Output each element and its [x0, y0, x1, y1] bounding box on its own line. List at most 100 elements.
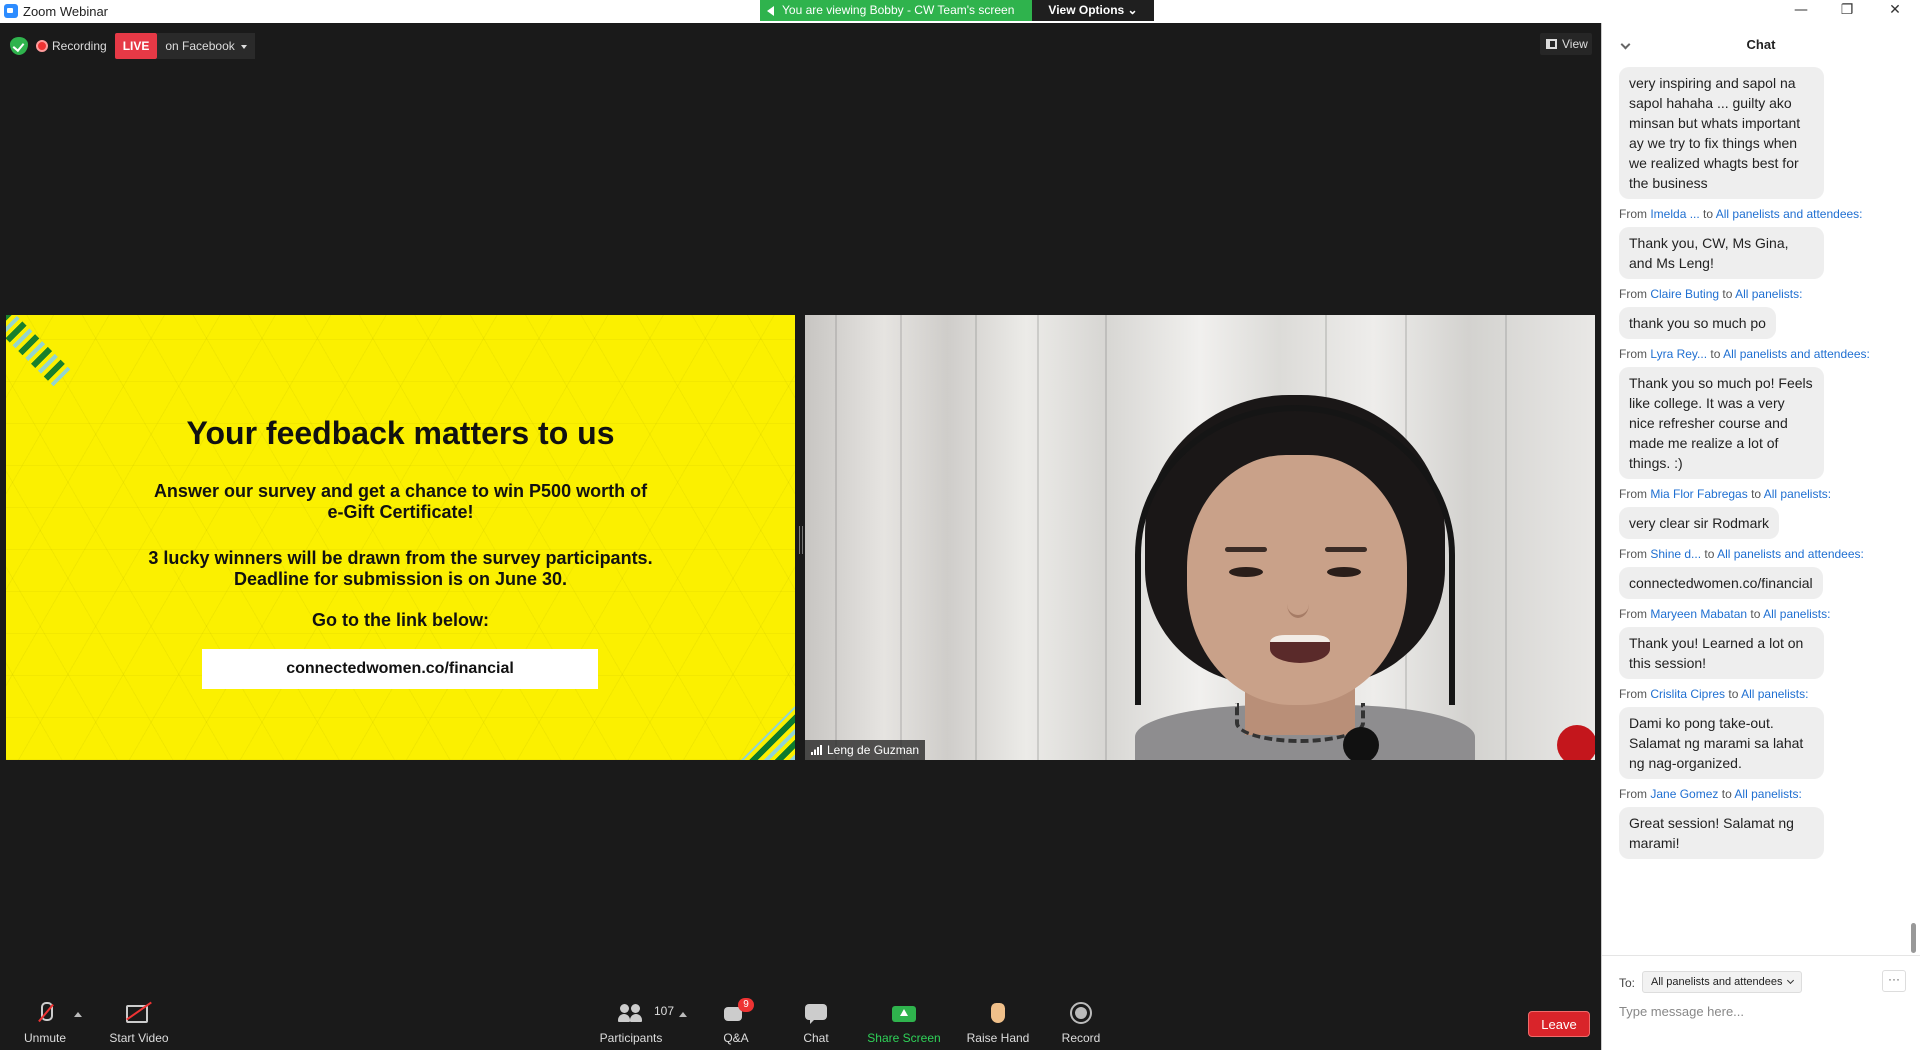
to-connector: to	[1710, 347, 1721, 361]
slide-text-line: 3 lucky winners will be drawn from the s…	[148, 548, 653, 568]
decorative-stripes	[660, 625, 795, 760]
unmute-button[interactable]: Unmute	[20, 996, 70, 1050]
shared-screen-slide: Your feedback matters to us Answer our s…	[6, 315, 795, 760]
chat-panel: Chat very inspiring and sapol na sapol h…	[1601, 23, 1920, 1050]
share-screen-button[interactable]: Share Screen	[866, 996, 942, 1050]
qa-button[interactable]: 9 Q&A	[714, 996, 758, 1050]
chat-message-meta: From Imelda ... to All panelists and att…	[1619, 207, 1920, 221]
participants-button[interactable]: 107 Participants	[596, 996, 674, 1050]
chevron-down-icon	[1787, 976, 1795, 985]
meeting-status-bar: Recording LIVE on Facebook	[10, 33, 255, 59]
unmute-label: Unmute	[23, 1031, 67, 1045]
from-prefix: From	[1619, 487, 1651, 501]
view-options-button[interactable]: View Options ⌄	[1032, 0, 1154, 21]
raise-hand-button[interactable]: Raise Hand	[964, 996, 1032, 1050]
from-prefix: From	[1619, 347, 1651, 361]
message-input[interactable]	[1619, 1000, 1909, 1022]
chat-sender[interactable]: Imelda ...	[1650, 207, 1699, 221]
slide-text-line: Answer our survey and get a chance to wi…	[153, 481, 648, 501]
signal-strength-icon	[811, 745, 823, 755]
chat-sender[interactable]: Lyra Rey...	[1650, 347, 1707, 361]
audio-options-caret[interactable]	[74, 1012, 82, 1017]
chat-message: From Shine d... to All panelists and att…	[1619, 547, 1920, 599]
from-prefix: From	[1619, 287, 1651, 301]
participant-name: Leng de Guzman	[827, 743, 920, 757]
chat-message-text: Thank you so much po! Feels like college…	[1619, 367, 1824, 479]
to-connector: to	[1751, 487, 1762, 501]
participant-count: 107	[654, 1004, 675, 1018]
slide-text-line: Go to the link below:	[312, 610, 489, 630]
chat-message-text: Thank you, CW, Ms Gina, and Ms Leng!	[1619, 227, 1824, 279]
chat-message-text: Great session! Salamat ng marami!	[1619, 807, 1824, 859]
live-badge: LIVE	[114, 33, 158, 59]
participants-label: Participants	[599, 1031, 663, 1045]
chat-header: Chat	[1602, 23, 1920, 67]
slide-title: Your feedback matters to us	[186, 415, 615, 451]
chat-icon	[805, 1000, 827, 1028]
screen-share-banner: You are viewing Bobby - CW Team's screen…	[760, 0, 1154, 21]
chat-sender[interactable]: Jane Gomez	[1650, 787, 1718, 801]
slide-text-line: Deadline for submission is on June 30.	[233, 569, 568, 589]
view-label: View	[1562, 37, 1588, 51]
start-video-label: Start Video	[109, 1031, 169, 1045]
raise-hand-icon	[989, 1000, 1007, 1028]
to-connector: to	[1704, 547, 1715, 561]
window-title: Zoom Webinar	[23, 4, 109, 19]
chat-message-text: very clear sir Rodmark	[1619, 507, 1780, 539]
recipient-value: All panelists and attendees	[1651, 976, 1783, 988]
meeting-toolbar: Unmute Start Video 107 Participants 9 Q&…	[0, 996, 1601, 1050]
recipient-dropdown[interactable]: All panelists and attendees	[1642, 971, 1803, 993]
chat-message-meta: From Claire Buting to All panelists:	[1619, 287, 1920, 301]
video-off-icon	[126, 1000, 152, 1028]
chat-message-text: Thank you! Learned a lot on this session…	[1619, 627, 1824, 679]
chat-sender[interactable]: Claire Buting	[1650, 287, 1719, 301]
shield-icon[interactable]	[10, 37, 28, 55]
chat-message-list[interactable]: very inspiring and sapol na sapol hahaha…	[1602, 67, 1920, 955]
chat-message-text: connectedwomen.co/financial	[1619, 567, 1823, 599]
share-screen-label: Share Screen	[867, 1031, 941, 1045]
share-status: You are viewing Bobby - CW Team's screen	[760, 0, 1032, 21]
to-connector: to	[1721, 787, 1732, 801]
chat-sender[interactable]: Mia Flor Fabregas	[1650, 487, 1747, 501]
chat-recipient: All panelists:	[1741, 687, 1809, 701]
slide-link-box: connectedwomen.co/financial	[202, 649, 598, 689]
participants-options-caret[interactable]	[679, 1012, 687, 1017]
muted-mic-icon	[37, 1000, 53, 1028]
chat-sender[interactable]: Shine d...	[1650, 547, 1701, 561]
to-label: To:	[1619, 976, 1636, 990]
to-connector: to	[1728, 687, 1739, 701]
recording-icon	[36, 40, 48, 52]
chat-message: From Jane Gomez to All panelists: Great s…	[1619, 787, 1920, 859]
view-button[interactable]: View	[1540, 33, 1592, 55]
chat-recipient: All panelists and attendees:	[1715, 207, 1863, 221]
record-label: Record	[1061, 1031, 1101, 1045]
record-button[interactable]: Record	[1056, 996, 1106, 1050]
chat-scrollbar[interactable]	[1911, 923, 1916, 953]
chat-message-meta: From Crislita Cipres to All panelists:	[1619, 687, 1920, 701]
from-prefix: From	[1619, 547, 1651, 561]
leave-button[interactable]: Leave	[1528, 1011, 1590, 1037]
recording-label: Recording	[52, 39, 107, 53]
more-options-button[interactable]: ···	[1882, 970, 1906, 992]
record-icon	[1070, 1000, 1092, 1028]
live-stream-dropdown[interactable]: on Facebook	[157, 33, 255, 59]
start-video-button[interactable]: Start Video	[104, 996, 174, 1050]
chat-sender[interactable]: Maryeen Mabatan	[1650, 607, 1747, 621]
chat-sender[interactable]: Crislita Cipres	[1650, 687, 1725, 701]
share-screen-icon	[892, 1000, 916, 1028]
minimize-button[interactable]: —	[1778, 0, 1824, 23]
chat-recipient: All panelists:	[1763, 607, 1831, 621]
to-connector: to	[1703, 207, 1714, 221]
chat-message: From Mia Flor Fabregas to All panelists:…	[1619, 487, 1920, 539]
chat-message-meta: From Jane Gomez to All panelists:	[1619, 787, 1920, 801]
chat-message-text: thank you so much po	[1619, 307, 1776, 339]
caret-down-icon	[240, 44, 247, 49]
split-view-handle[interactable]	[799, 526, 803, 554]
from-prefix: From	[1619, 787, 1651, 801]
close-button[interactable]: ✕	[1872, 0, 1918, 23]
to-connector: to	[1750, 607, 1761, 621]
chat-message-meta: From Mia Flor Fabregas to All panelists:	[1619, 487, 1920, 501]
chevron-down-icon[interactable]	[1620, 39, 1631, 50]
restore-button[interactable]: ❐	[1824, 0, 1870, 23]
chat-button[interactable]: Chat	[794, 996, 838, 1050]
